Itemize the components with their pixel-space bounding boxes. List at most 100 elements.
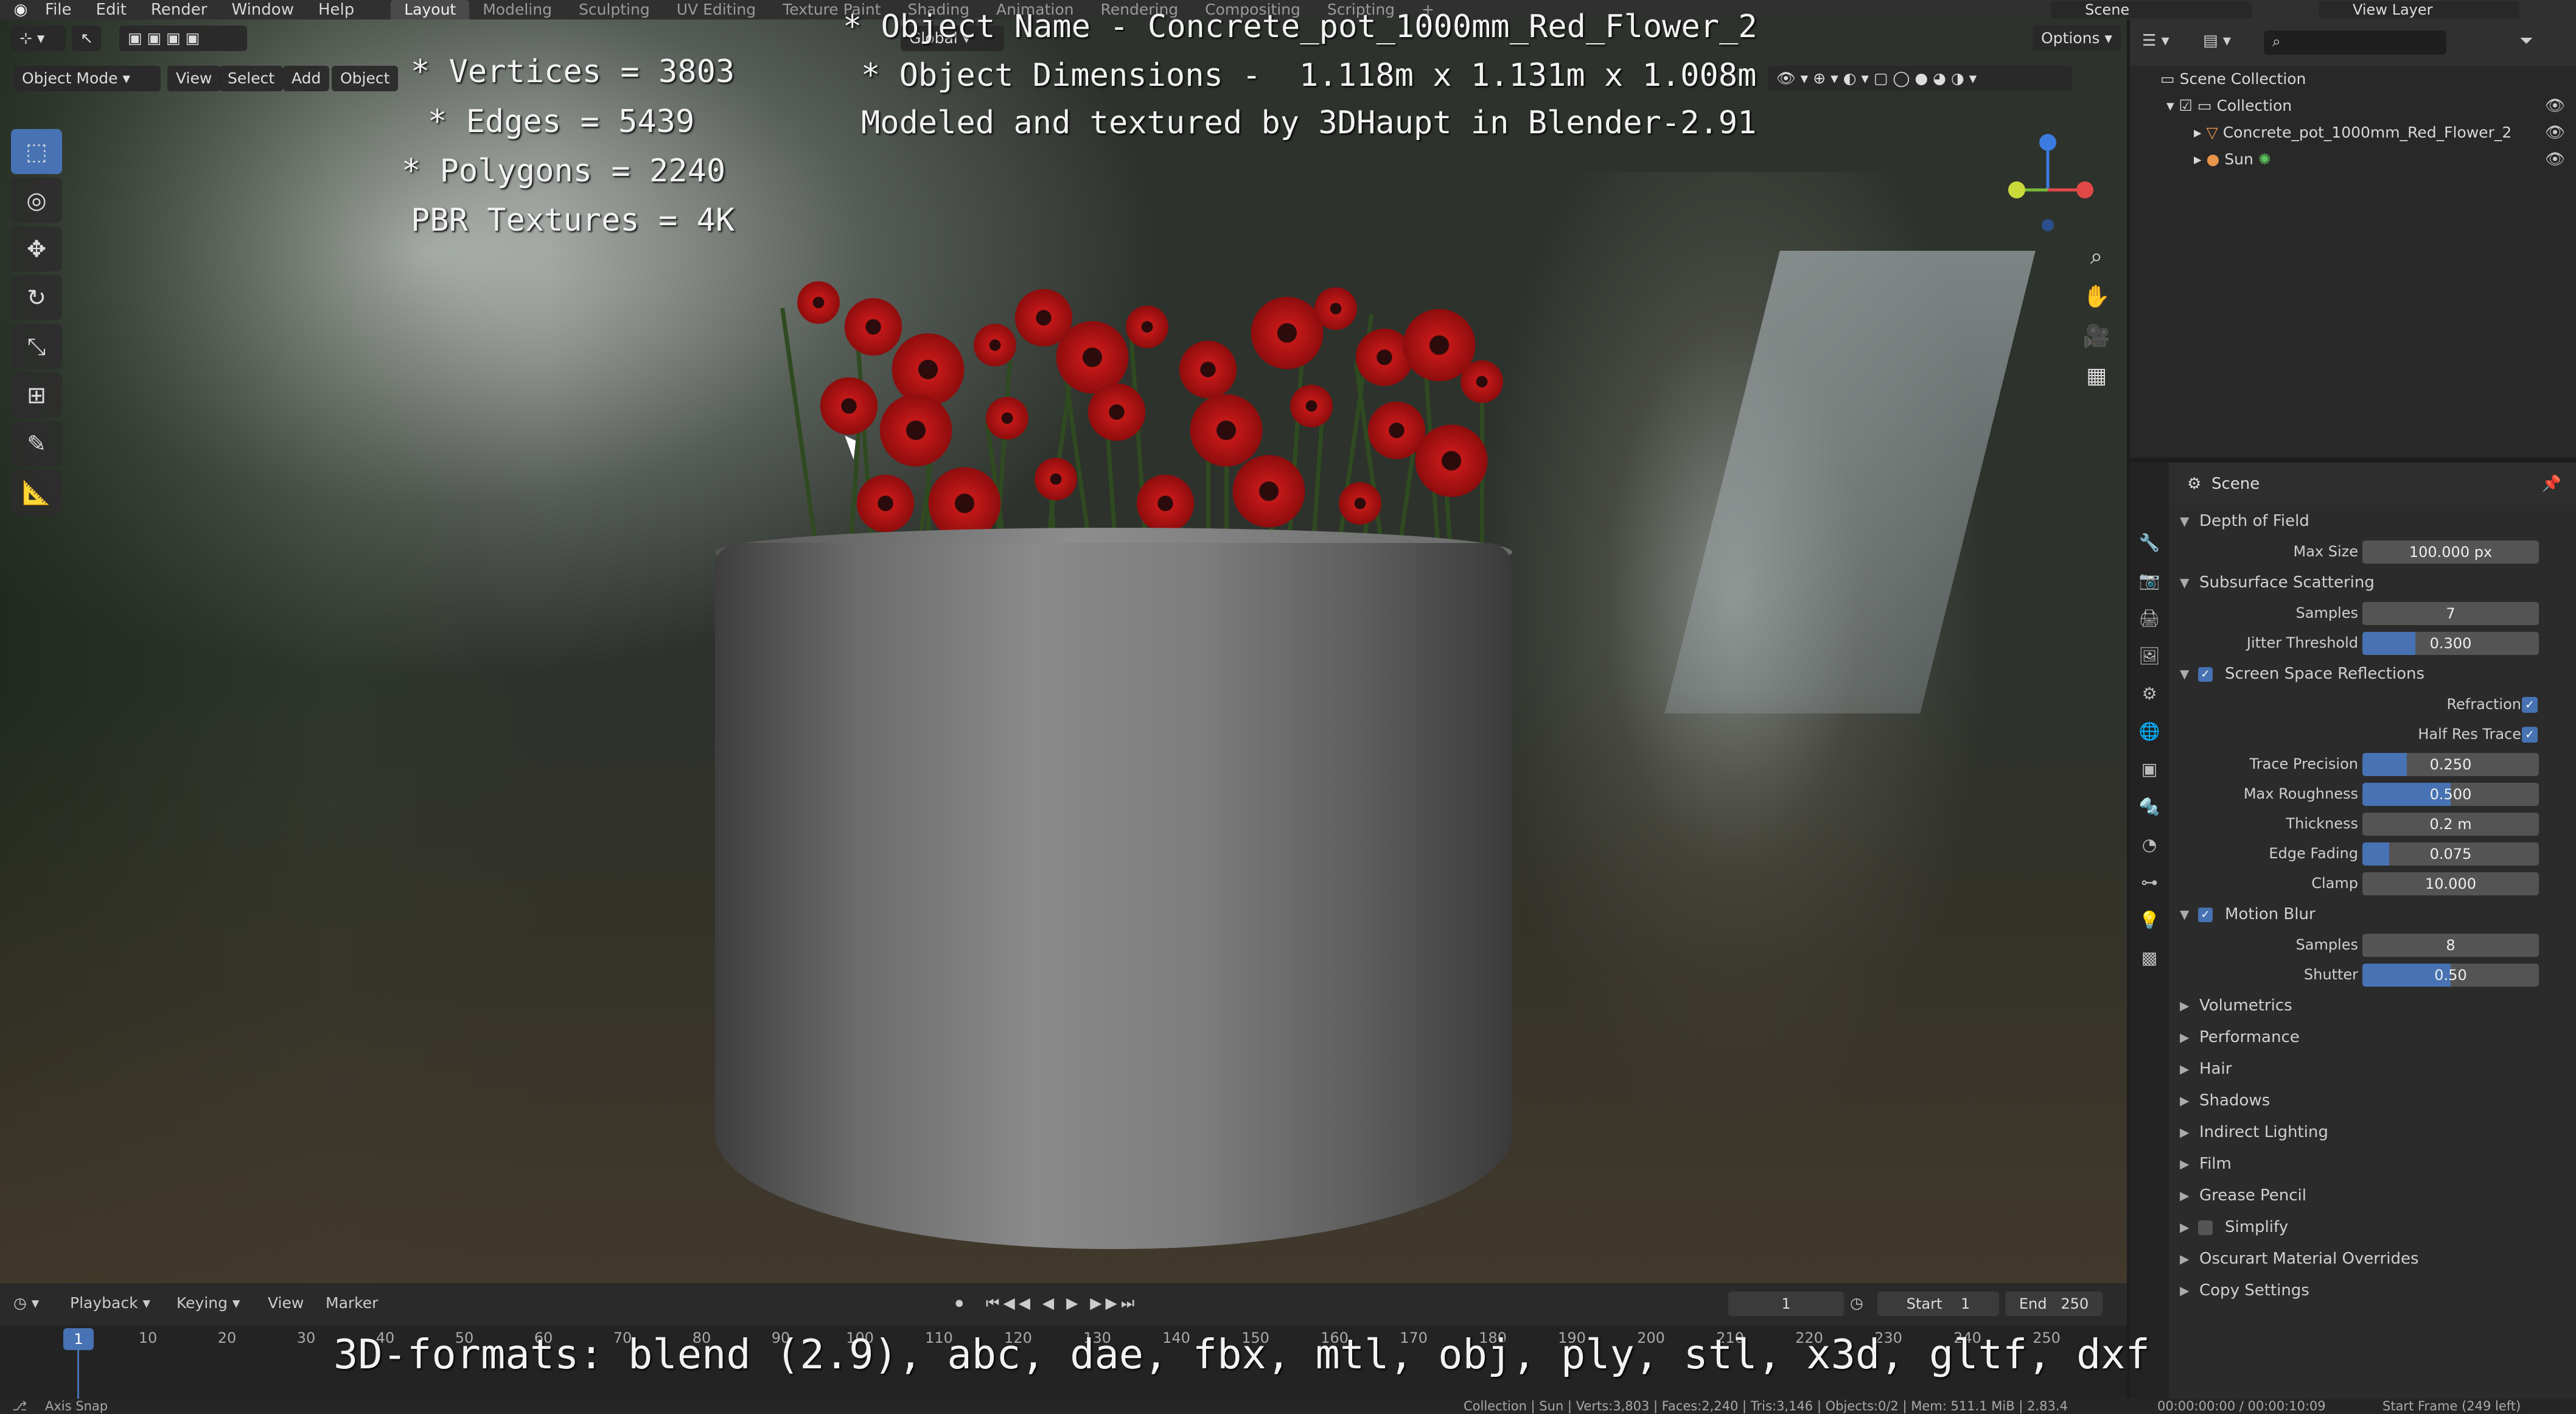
tab-modeling[interactable]: Modeling	[469, 0, 565, 19]
clamp-field[interactable]: 10.000	[2362, 872, 2539, 895]
panel-subsurface-scattering[interactable]: ▼ Subsurface Scattering	[2169, 567, 2576, 598]
texture-tab-icon[interactable]: ▩	[2130, 939, 2169, 976]
checkbox-icon[interactable]: ☑	[2179, 97, 2197, 114]
panel-indirect-lighting[interactable]: ▶ Indirect Lighting	[2169, 1116, 2576, 1148]
constraints-tab-icon[interactable]: ⊶	[2130, 863, 2169, 901]
select-menu[interactable]: Select	[219, 66, 284, 91]
panel-simplify[interactable]: ▶ Simplify	[2169, 1211, 2576, 1243]
jitter-threshold-slider[interactable]: 0.300	[2362, 632, 2539, 655]
playhead[interactable]: 1	[63, 1328, 94, 1350]
rotate-tool-icon[interactable]: ↻	[11, 275, 62, 320]
object-menu[interactable]: Object	[332, 66, 399, 91]
tool-tab-icon[interactable]: 🔧	[2130, 523, 2169, 561]
playback-controls-icons[interactable]: ⏮◀◀ ◀ ▶ ▶▶⏭	[986, 1294, 1138, 1312]
panel-shadows[interactable]: ▶ Shadows	[2169, 1085, 2576, 1116]
view-layer-tab-icon[interactable]: 🖼	[2130, 637, 2169, 674]
simplify-checkbox[interactable]	[2198, 1220, 2213, 1235]
panel-oscurart-material-overrides[interactable]: ▶ Oscurart Material Overrides	[2169, 1243, 2576, 1275]
expand-arrow-icon[interactable]: ▸	[2194, 124, 2207, 141]
shading-mode-icons[interactable]: 👁 ▾ ⊕ ▾ ◐ ▾ ▢ ◯ ● ◕ ◑ ▾	[1768, 66, 2072, 91]
options-dropdown[interactable]: Options ▾	[2033, 26, 2121, 51]
tool-select-icon[interactable]: ↖	[72, 26, 101, 51]
physics-tab-icon[interactable]: ◔	[2130, 825, 2169, 863]
data-tab-icon[interactable]: 💡	[2130, 901, 2169, 939]
menu-render[interactable]: Render	[139, 0, 220, 19]
grid-ortho-icon[interactable]: ▦	[2075, 357, 2118, 394]
filter-icon[interactable]: ⏷	[2519, 30, 2533, 51]
pin-icon[interactable]: 📌	[2542, 463, 2561, 505]
menu-file[interactable]: File	[33, 0, 84, 19]
max-size-field[interactable]: 100.000 px	[2362, 541, 2539, 564]
timeline-view-menu[interactable]: View	[268, 1294, 304, 1312]
outliner-row-collection[interactable]: ▾ ☑ ▭ Collection 👁	[2130, 93, 2576, 119]
outliner-editor-icon[interactable]: ☰ ▾	[2142, 32, 2169, 50]
panel-motion-blur[interactable]: ▼ ✓ Motion Blur	[2169, 898, 2576, 930]
edge-fading-slider[interactable]: 0.075	[2362, 842, 2539, 866]
panel-hair[interactable]: ▶ Hair	[2169, 1053, 2576, 1085]
annotate-tool-icon[interactable]: ✎	[11, 421, 62, 466]
object-tab-icon[interactable]: ▣	[2130, 750, 2169, 788]
transform-tool-icon[interactable]: ⊞	[11, 373, 62, 418]
panel-performance[interactable]: ▶ Performance	[2169, 1021, 2576, 1053]
refraction-checkbox[interactable]: ✓	[2522, 697, 2538, 713]
3d-viewport[interactable]: ⬚ ◎ ✥ ↻ ⤡ ⊞ ✎ 📐 ⌕ ✋ 🎥 ▦	[0, 19, 2127, 1283]
ssr-enable-checkbox[interactable]: ✓	[2198, 667, 2213, 682]
outliner-row-sun[interactable]: ▸ ● Sun ✺ 👁	[2130, 146, 2576, 173]
scene-tab-icon[interactable]: ⚙	[2130, 674, 2169, 712]
sss-samples-field[interactable]: 7	[2362, 602, 2539, 625]
outliner-search-input[interactable]: ⌕	[2264, 30, 2446, 55]
render-tab-icon[interactable]: 📷	[2130, 561, 2169, 599]
panel-film[interactable]: ▶ Film	[2169, 1148, 2576, 1180]
marker-menu[interactable]: Marker	[326, 1294, 378, 1312]
panel-grease-pencil[interactable]: ▶ Grease Pencil	[2169, 1180, 2576, 1211]
view-menu[interactable]: View	[167, 66, 221, 91]
eye-icon[interactable]: 👁	[2545, 119, 2565, 146]
outliner-row-object[interactable]: ▸ ▽ Concrete_pot_1000mm_Red_Flower_2 👁	[2130, 119, 2576, 146]
max-roughness-slider[interactable]: 0.500	[2362, 783, 2539, 806]
panel-depth-of-field[interactable]: ▼ Depth of Field	[2169, 505, 2576, 537]
eye-icon[interactable]: 👁	[2545, 93, 2565, 119]
mb-samples-field[interactable]: 8	[2362, 934, 2539, 957]
expand-arrow-icon[interactable]: ▸	[2194, 150, 2207, 168]
end-frame-field[interactable]: End 250	[2005, 1292, 2103, 1316]
world-tab-icon[interactable]: 🌐	[2130, 712, 2169, 750]
motion-blur-checkbox[interactable]: ✓	[2198, 908, 2213, 922]
modifier-tab-icon[interactable]: 🔩	[2130, 788, 2169, 825]
keying-menu[interactable]: Keying ▾	[176, 1294, 240, 1312]
outliner-row-scene-collection[interactable]: ▭ Scene Collection	[2130, 66, 2576, 93]
move-tool-icon[interactable]: ✥	[11, 226, 62, 271]
zoom-icon[interactable]: ⌕	[2075, 239, 2118, 275]
menu-edit[interactable]: Edit	[84, 0, 139, 19]
measure-tool-icon[interactable]: 📐	[11, 470, 62, 515]
add-menu[interactable]: Add	[283, 66, 330, 91]
trace-precision-slider[interactable]: 0.250	[2362, 753, 2539, 776]
display-mode-icon[interactable]: ▤ ▾	[2203, 32, 2231, 50]
view-layer-selector[interactable]: View Layer	[2319, 1, 2519, 18]
playback-menu[interactable]: Playback ▾	[70, 1294, 150, 1312]
preview-range-icon[interactable]: ◷	[1850, 1294, 1863, 1312]
navigation-gizmo[interactable]	[2002, 129, 2093, 233]
record-icon[interactable]: ⏺	[955, 1294, 963, 1312]
thickness-field[interactable]: 0.2 m	[2362, 813, 2539, 836]
expand-arrow-icon[interactable]: ▾	[2166, 97, 2179, 114]
half-res-trace-checkbox[interactable]: ✓	[2522, 727, 2538, 743]
eye-icon[interactable]: 👁	[2545, 146, 2565, 173]
menu-window[interactable]: Window	[219, 0, 306, 19]
camera-icon[interactable]: 🎥	[2075, 318, 2118, 354]
menu-help[interactable]: Help	[306, 0, 366, 19]
shutter-slider[interactable]: 0.50	[2362, 964, 2539, 987]
panel-copy-settings[interactable]: ▶ Copy Settings	[2169, 1275, 2576, 1306]
select-box-tool-icon[interactable]: ⬚	[11, 129, 62, 174]
scene-selector[interactable]: Scene	[2051, 1, 2252, 18]
pan-hand-icon[interactable]: ✋	[2075, 278, 2118, 315]
panel-screen-space-reflections[interactable]: ▼ ✓ Screen Space Reflections	[2169, 658, 2576, 690]
editor-type-icon[interactable]: ⊹ ▾	[11, 26, 66, 51]
tab-sculpting[interactable]: Sculpting	[565, 0, 663, 19]
start-frame-field[interactable]: Start 1	[1877, 1292, 1999, 1316]
tab-layout[interactable]: Layout	[391, 0, 470, 19]
scale-tool-icon[interactable]: ⤡	[11, 324, 62, 369]
current-frame-field[interactable]: 1	[1728, 1292, 1844, 1316]
blender-logo-icon[interactable]: ◉	[9, 0, 33, 19]
selection-mode-icons[interactable]: ▣ ▣ ▣ ▣	[119, 26, 247, 51]
object-mode-dropdown[interactable]: Object Mode ▾	[13, 66, 161, 91]
